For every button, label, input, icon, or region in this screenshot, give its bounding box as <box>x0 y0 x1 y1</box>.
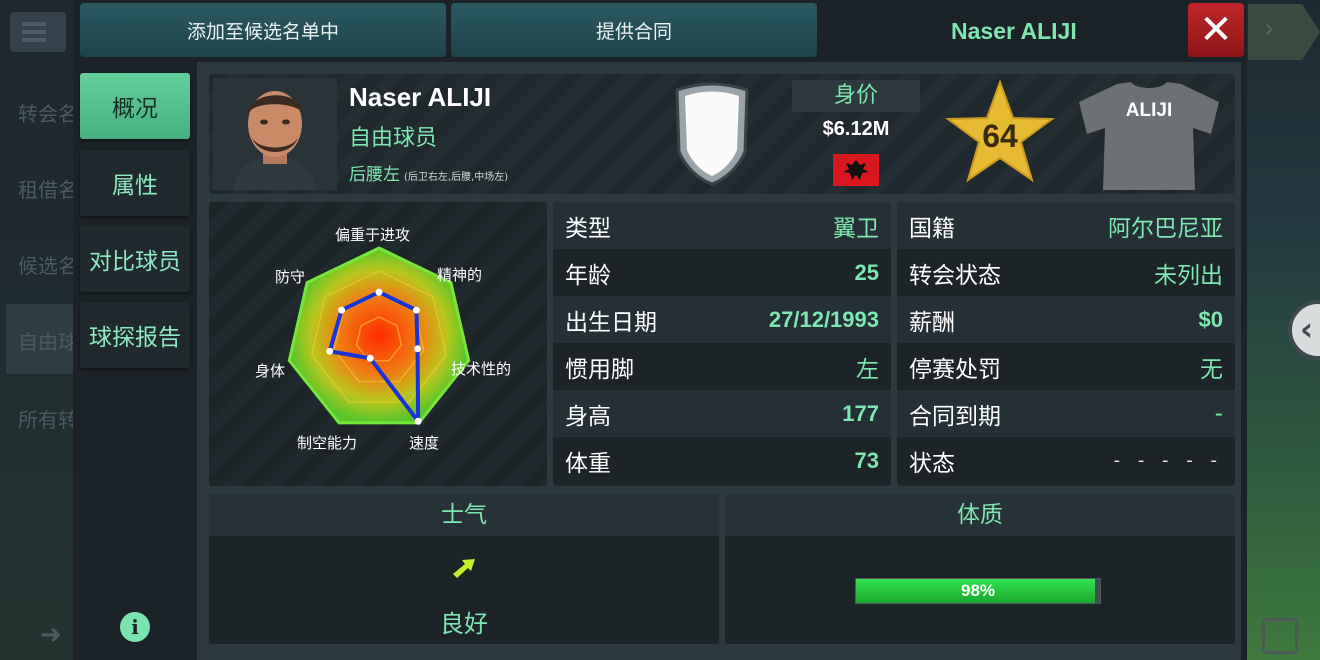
row-key: 国籍 <box>909 215 955 242</box>
table-row: 国籍 阿尔巴尼亚 <box>897 202 1235 249</box>
table-row: 合同到期 - <box>897 390 1235 437</box>
back-arrow-icon[interactable]: ➜ <box>40 620 62 650</box>
dialog-title: Naser ALIJI <box>951 18 1077 44</box>
radar-point <box>375 288 383 296</box>
attribute-radar: 偏重于进攻 精神的 技术性的 速度 制空能力 身体 防守 <box>209 202 547 486</box>
side-expand-icon[interactable]: ‹ <box>1288 300 1320 360</box>
tab-overview[interactable]: 概况 <box>80 73 190 139</box>
overview-panel: Naser ALIJI 自由球员 后腰左 (后卫右左,后腰,中场左) 身价 $6.… <box>197 62 1241 660</box>
fitness-panel: 体质 98% <box>725 494 1235 644</box>
row-key: 合同到期 <box>909 403 1001 430</box>
next-arrow-icon[interactable]: › <box>1248 4 1320 60</box>
info-icon[interactable]: i <box>120 612 150 642</box>
offer-contract-button[interactable]: 提供合同 <box>451 3 817 57</box>
radar-label: 制空能力 <box>297 434 358 452</box>
row-value: 无 <box>1200 356 1223 383</box>
row-value: 阿尔巴尼亚 <box>1108 215 1223 242</box>
shirt-name: ALIJI <box>1125 100 1173 121</box>
player-portrait <box>213 78 337 190</box>
table-row: 出生日期 27/12/1993 <box>553 296 891 343</box>
table-row: 状态 - - - - - <box>897 437 1235 484</box>
table-row: 薪酬 $0 <box>897 296 1235 343</box>
radar-label: 身体 <box>255 362 286 380</box>
player-dialog: 添加至候选名单中 提供合同 Naser ALIJI ✕ 概况 属性 对比球员 球… <box>73 0 1247 660</box>
table-row: 类型 翼卫 <box>553 202 891 249</box>
row-key: 转会状态 <box>909 262 1001 289</box>
row-value: 翼卫 <box>833 215 879 242</box>
radar-point <box>338 306 346 314</box>
radar-point <box>414 345 422 353</box>
bg-list-item[interactable]: 候选名 <box>18 250 78 279</box>
row-key: 惯用脚 <box>565 356 634 383</box>
row-value: 177 <box>842 400 879 426</box>
tab-scout-report[interactable]: 球探报告 <box>80 302 190 368</box>
fitness-title: 体质 <box>725 494 1235 536</box>
radar-label: 偏重于进攻 <box>335 226 411 244</box>
radar-point <box>414 417 422 425</box>
row-key: 身高 <box>565 403 611 430</box>
player-header: Naser ALIJI 自由球员 后腰左 (后卫右左,后腰,中场左) 身价 $6.… <box>209 74 1235 194</box>
row-value: 左 <box>856 356 879 383</box>
row-value: $0 <box>1198 306 1223 332</box>
contract-table: 国籍 阿尔巴尼亚 转会状态 未列出 薪酬 $0 停赛处罚 无 合同到期 - 状态 - - -… <box>897 202 1235 486</box>
bio-table: 类型 翼卫 年龄 25 出生日期 27/12/1993 惯用脚 左 身高 177 体重 73 <box>553 202 891 486</box>
bg-list-item[interactable]: 所有转 <box>18 404 78 433</box>
radar-point <box>326 347 334 355</box>
player-status: 自由球员 <box>349 126 438 151</box>
row-key: 类型 <box>565 215 611 242</box>
table-row: 停赛处罚 无 <box>897 343 1235 390</box>
position-alternates: (后卫右左,后腰,中场左) <box>404 172 509 183</box>
morale-value: 良好 <box>440 610 488 638</box>
fitness-bar: 98% <box>855 578 1101 604</box>
row-key: 停赛处罚 <box>909 356 1001 383</box>
table-row: 身高 177 <box>553 390 891 437</box>
fitness-percent: 98% <box>960 581 996 600</box>
morale-title: 士气 <box>209 494 719 536</box>
bg-list-item[interactable]: 租借名 <box>18 174 78 203</box>
radar-label: 技术性的 <box>451 360 512 378</box>
save-icon[interactable] <box>1262 618 1298 654</box>
add-to-shortlist-button[interactable]: 添加至候选名单中 <box>80 3 446 57</box>
row-key: 薪酬 <box>909 309 955 336</box>
row-key: 年龄 <box>565 262 611 289</box>
value-label: 身价 <box>792 80 920 112</box>
row-value: 73 <box>854 447 879 473</box>
table-row: 年龄 25 <box>553 249 891 296</box>
tab-compare[interactable]: 对比球员 <box>80 226 190 292</box>
close-button[interactable]: ✕ <box>1188 3 1244 57</box>
player-rating: 64 <box>982 118 1018 154</box>
position-main: 后腰左 <box>349 165 400 185</box>
row-value: 25 <box>854 259 879 285</box>
radar-label: 防守 <box>275 268 306 286</box>
row-value: - - - - - <box>1113 450 1223 471</box>
row-key: 体重 <box>565 450 611 477</box>
player-name: Naser ALIJI <box>349 82 492 112</box>
player-position: 后腰左 (后卫右左,后腰,中场左) <box>349 160 508 185</box>
albania-flag-icon <box>833 154 879 186</box>
menu-icon[interactable] <box>10 12 66 52</box>
radar-point <box>412 306 420 314</box>
radar-point <box>366 354 374 362</box>
row-value: 未列出 <box>1154 262 1223 289</box>
table-row: 惯用脚 左 <box>553 343 891 390</box>
morale-up-arrow-icon <box>449 552 479 582</box>
row-key: 状态 <box>909 450 955 477</box>
table-row: 体重 73 <box>553 437 891 484</box>
club-badge-icon <box>671 80 753 188</box>
row-value: 27/12/1993 <box>768 306 879 332</box>
shirt-icon <box>1069 78 1229 190</box>
morale-panel: 士气 良好 <box>209 494 719 644</box>
row-key: 出生日期 <box>565 309 657 336</box>
table-row: 转会状态 未列出 <box>897 249 1235 296</box>
tab-attributes[interactable]: 属性 <box>80 150 190 216</box>
radar-label: 速度 <box>409 434 440 452</box>
row-value: - <box>1214 400 1223 427</box>
bg-list-item[interactable]: 转会名 <box>18 98 78 127</box>
player-value: $6.12M <box>822 118 890 140</box>
radar-label: 精神的 <box>437 266 483 284</box>
